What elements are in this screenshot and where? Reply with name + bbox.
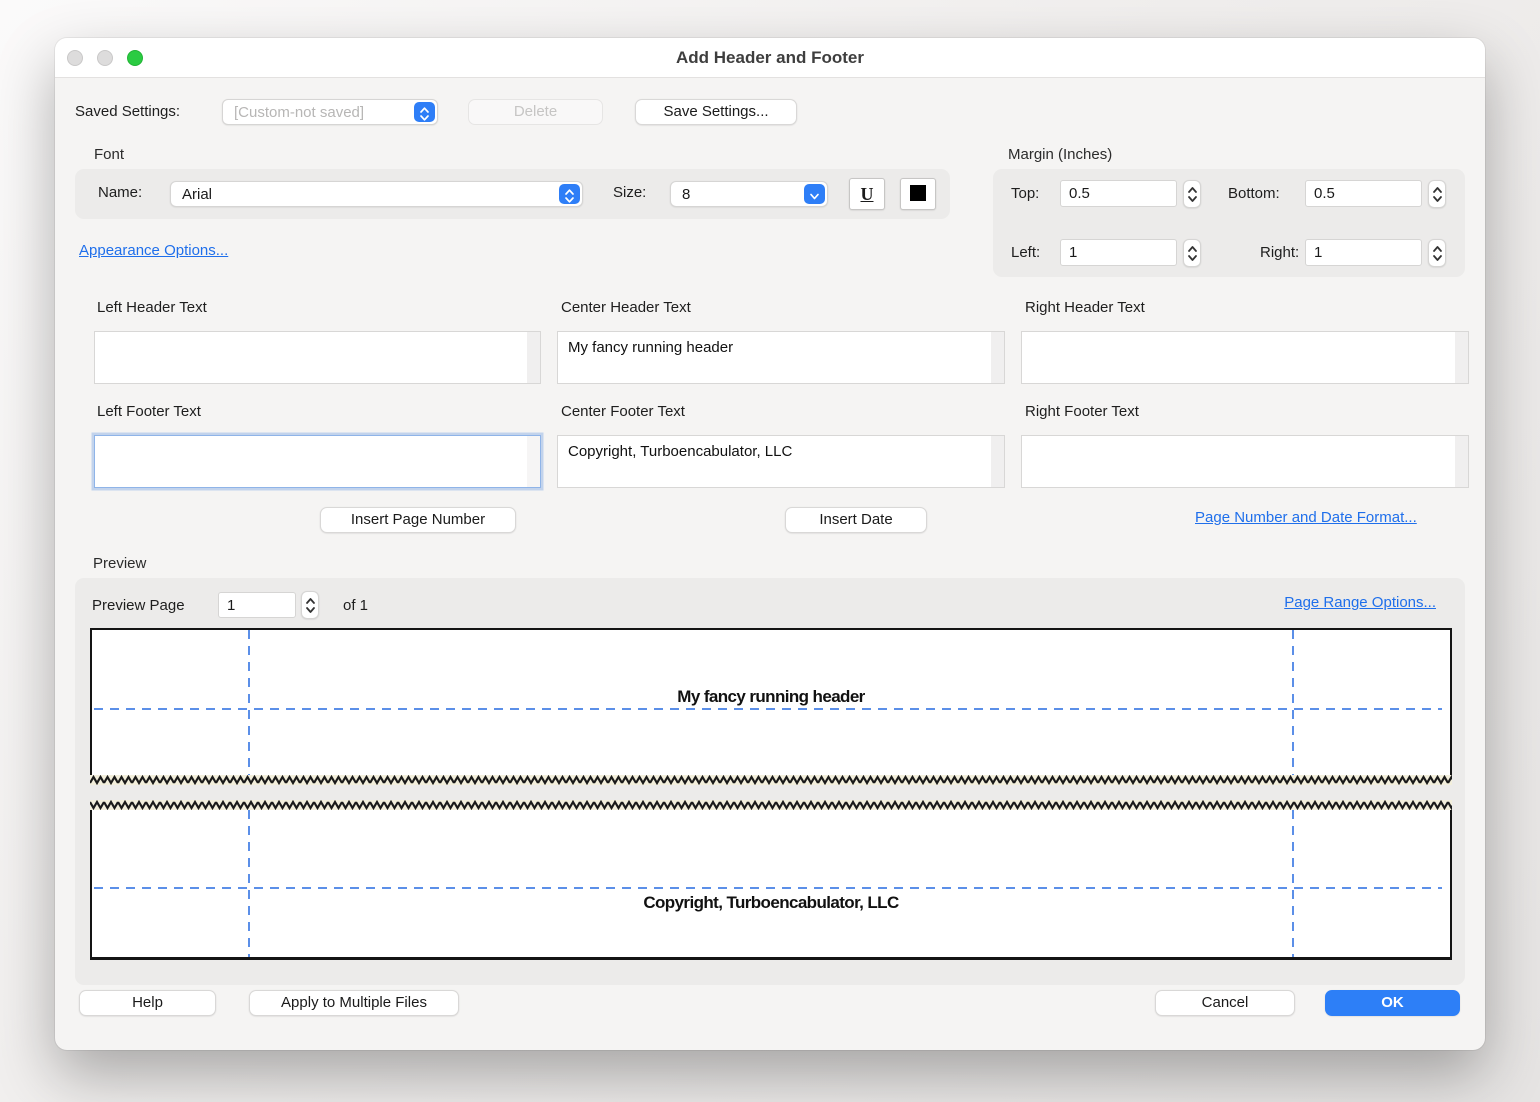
preview-page-bottom-fragment: Copyright, Turboencabulator, LLC <box>90 810 1452 960</box>
font-size-select[interactable]: 8 <box>670 181 828 207</box>
ok-button[interactable]: OK <box>1325 990 1460 1016</box>
center-header-text: My fancy running header <box>568 338 986 357</box>
margin-bottom-stepper[interactable] <box>1428 180 1446 208</box>
torn-edge-top-icon <box>90 775 1452 785</box>
scrollbar-track[interactable] <box>991 436 1004 487</box>
margin-left-stepper[interactable] <box>1183 239 1201 267</box>
color-swatch-icon <box>910 185 926 201</box>
scrollbar-track[interactable] <box>1455 332 1468 383</box>
margin-left-input[interactable] <box>1060 239 1177 266</box>
underline-button[interactable]: U <box>849 178 885 210</box>
right-footer-label: Right Footer Text <box>1025 403 1139 420</box>
insert-date-button[interactable]: Insert Date <box>785 507 927 533</box>
add-header-footer-dialog: Add Header and Footer Saved Settings: [C… <box>55 38 1485 1050</box>
margin-left-label: Left: <box>1011 244 1040 261</box>
scrollbar-track[interactable] <box>1455 436 1468 487</box>
right-margin-guide <box>1292 810 1294 957</box>
right-footer-textarea[interactable] <box>1021 435 1469 488</box>
right-header-textarea[interactable] <box>1021 331 1469 384</box>
preview-page-count: of 1 <box>343 597 368 614</box>
preview-header-text: My fancy running header <box>92 687 1450 706</box>
appearance-options-link[interactable]: Appearance Options... <box>79 242 228 259</box>
page-number-date-format-link[interactable]: Page Number and Date Format... <box>1195 509 1417 526</box>
chevron-down-icon <box>804 184 825 204</box>
saved-settings-value: [Custom-not saved] <box>234 103 364 123</box>
preview-footer-text: Copyright, Turboencabulator, LLC <box>92 893 1450 912</box>
updown-chevrons-icon <box>559 184 580 204</box>
preview-page-stepper[interactable] <box>301 591 319 619</box>
center-header-textarea[interactable]: My fancy running header <box>557 331 1005 384</box>
footer-baseline-guide <box>94 887 1442 889</box>
font-name-value: Arial <box>182 185 212 205</box>
right-header-label: Right Header Text <box>1025 299 1145 316</box>
left-header-textarea[interactable] <box>94 331 541 384</box>
margin-section-label: Margin (Inches) <box>1008 146 1112 163</box>
saved-settings-label: Saved Settings: <box>75 103 180 120</box>
center-header-label: Center Header Text <box>561 299 691 316</box>
preview-page-input[interactable] <box>218 592 296 618</box>
page-range-options-link[interactable]: Page Range Options... <box>1284 594 1436 611</box>
center-footer-textarea[interactable]: Copyright, Turboencabulator, LLC <box>557 435 1005 488</box>
saved-settings-select[interactable]: [Custom-not saved] <box>222 99 438 125</box>
save-settings-button[interactable]: Save Settings... <box>635 99 797 125</box>
dialog-title: Add Header and Footer <box>55 38 1485 78</box>
margin-right-label: Right: <box>1260 244 1299 261</box>
center-footer-label: Center Footer Text <box>561 403 685 420</box>
preview-page-label: Preview Page <box>92 597 185 614</box>
font-name-select[interactable]: Arial <box>170 181 583 207</box>
cancel-button[interactable]: Cancel <box>1155 990 1295 1016</box>
margin-top-label: Top: <box>1011 185 1039 202</box>
font-size-value: 8 <box>682 185 690 205</box>
insert-page-number-button[interactable]: Insert Page Number <box>320 507 516 533</box>
delete-button[interactable]: Delete <box>468 99 603 125</box>
margin-bottom-input[interactable] <box>1305 180 1422 207</box>
font-color-button[interactable] <box>900 178 936 210</box>
torn-edge-bottom-icon <box>90 800 1452 810</box>
preview-section-label: Preview <box>93 555 146 572</box>
scrollbar-track[interactable] <box>527 332 540 383</box>
updown-chevrons-icon <box>414 102 435 122</box>
help-button[interactable]: Help <box>79 990 216 1016</box>
left-margin-guide <box>248 810 250 957</box>
header-baseline-guide <box>94 708 1442 710</box>
preview-panel: Preview Page of 1 Page Range Options... … <box>75 578 1465 985</box>
title-bar: Add Header and Footer <box>55 38 1485 78</box>
margin-top-stepper[interactable] <box>1183 180 1201 208</box>
preview-page-top-fragment: My fancy running header <box>90 628 1452 775</box>
apply-to-multiple-files-button[interactable]: Apply to Multiple Files <box>249 990 459 1016</box>
font-section-label: Font <box>94 146 124 163</box>
scrollbar-track[interactable] <box>991 332 1004 383</box>
font-name-label: Name: <box>98 184 142 201</box>
margin-bottom-label: Bottom: <box>1228 185 1280 202</box>
margin-top-input[interactable] <box>1060 180 1177 207</box>
left-footer-textarea[interactable] <box>94 435 541 488</box>
font-size-label: Size: <box>613 184 646 201</box>
margin-right-stepper[interactable] <box>1428 239 1446 267</box>
left-header-label: Left Header Text <box>97 299 207 316</box>
left-footer-label: Left Footer Text <box>97 403 201 420</box>
center-footer-text: Copyright, Turboencabulator, LLC <box>568 442 986 461</box>
scrollbar-track[interactable] <box>527 436 540 487</box>
margin-right-input[interactable] <box>1305 239 1422 266</box>
